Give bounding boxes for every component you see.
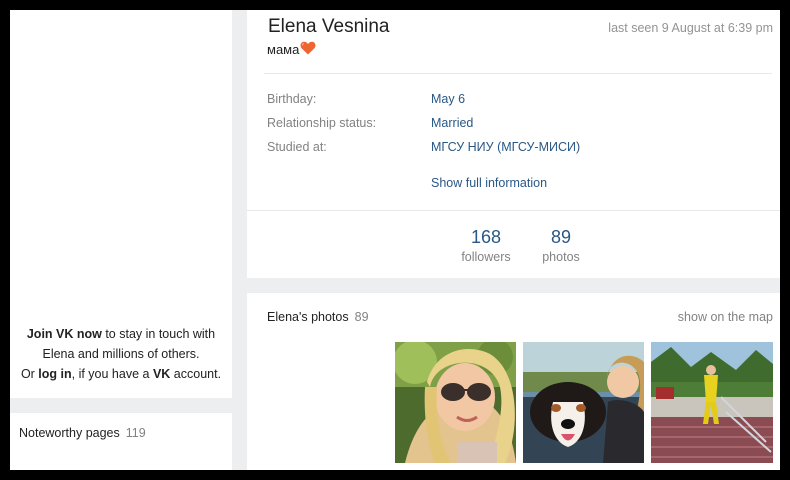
photos-title: Elena's photos bbox=[267, 310, 349, 324]
status-text: мама bbox=[267, 42, 300, 57]
divider bbox=[247, 210, 780, 211]
birthday-label: Birthday: bbox=[267, 92, 317, 106]
photos-label: photos bbox=[542, 250, 580, 264]
join-link[interactable]: Join VK now bbox=[27, 327, 102, 341]
join-prompt: Join VK now to stay in touch with Elena … bbox=[10, 324, 232, 384]
login-text-pre: Or bbox=[20, 367, 39, 381]
noteworthy-pages-link[interactable]: Noteworthy pages 119 bbox=[19, 426, 146, 440]
photos-counter[interactable]: 89 photos bbox=[535, 227, 587, 264]
join-text: to stay in touch with bbox=[101, 327, 216, 341]
sidebar-noteworthy-card bbox=[10, 413, 232, 470]
photo-thumbnail[interactable] bbox=[651, 342, 773, 463]
photos-count-badge: 89 bbox=[354, 310, 369, 324]
join-text-line2: Elena and millions of others. bbox=[42, 347, 200, 361]
login-link[interactable]: log in bbox=[38, 367, 71, 381]
divider bbox=[264, 73, 772, 74]
relationship-label: Relationship status: bbox=[267, 116, 377, 130]
followers-counter[interactable]: 168 followers bbox=[454, 227, 518, 264]
heart-icon bbox=[300, 41, 316, 58]
photo-thumbnail[interactable] bbox=[395, 342, 516, 463]
relationship-value[interactable]: Married bbox=[431, 116, 473, 130]
profile-name: Elena Vesnina bbox=[268, 16, 390, 37]
photos-title-link[interactable]: Elena's photos 89 bbox=[267, 310, 369, 324]
studied-value[interactable]: МГСУ НИУ (МГСУ-МИСИ) bbox=[431, 140, 580, 154]
show-full-info-link[interactable]: Show full information bbox=[431, 176, 547, 190]
page: Join VK now to stay in touch with Elena … bbox=[10, 10, 780, 470]
noteworthy-label: Noteworthy pages bbox=[19, 426, 120, 440]
studied-label: Studied at: bbox=[267, 140, 327, 154]
noteworthy-count: 119 bbox=[125, 426, 146, 440]
last-seen: last seen 9 August at 6:39 pm bbox=[608, 21, 773, 35]
profile-status: мама bbox=[267, 41, 316, 58]
show-on-map-link[interactable]: show on the map bbox=[678, 310, 773, 324]
photos-count: 89 bbox=[550, 227, 572, 247]
photo-thumbnail[interactable] bbox=[523, 342, 644, 463]
vk-label: VK bbox=[152, 367, 171, 381]
birthday-value[interactable]: May 6 bbox=[431, 92, 465, 106]
followers-label: followers bbox=[461, 250, 511, 264]
login-text-post: account. bbox=[170, 367, 222, 381]
login-text-mid: , if you have a bbox=[71, 367, 153, 381]
followers-count: 168 bbox=[470, 227, 502, 247]
